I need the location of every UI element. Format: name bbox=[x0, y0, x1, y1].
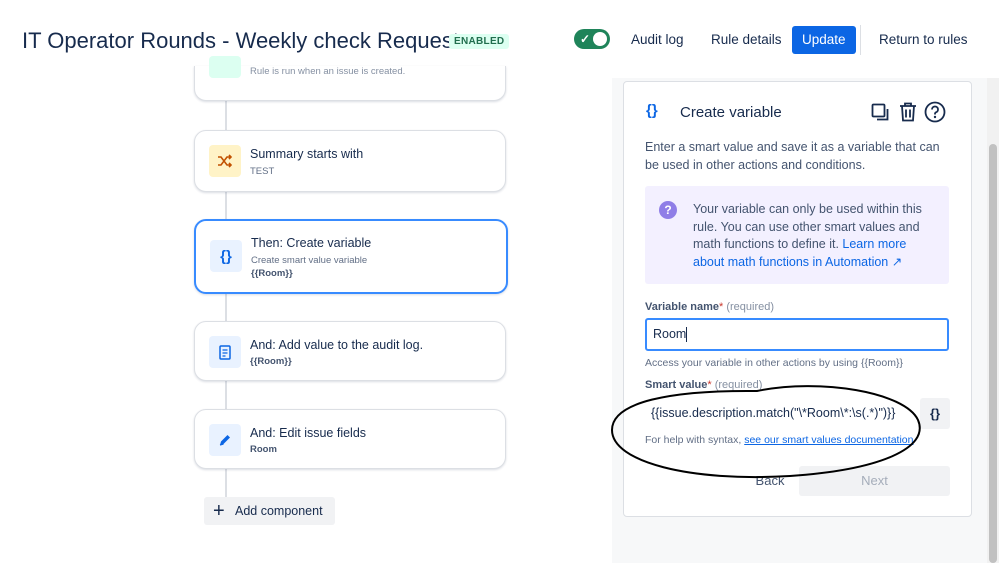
annotation-ellipse bbox=[610, 385, 921, 479]
